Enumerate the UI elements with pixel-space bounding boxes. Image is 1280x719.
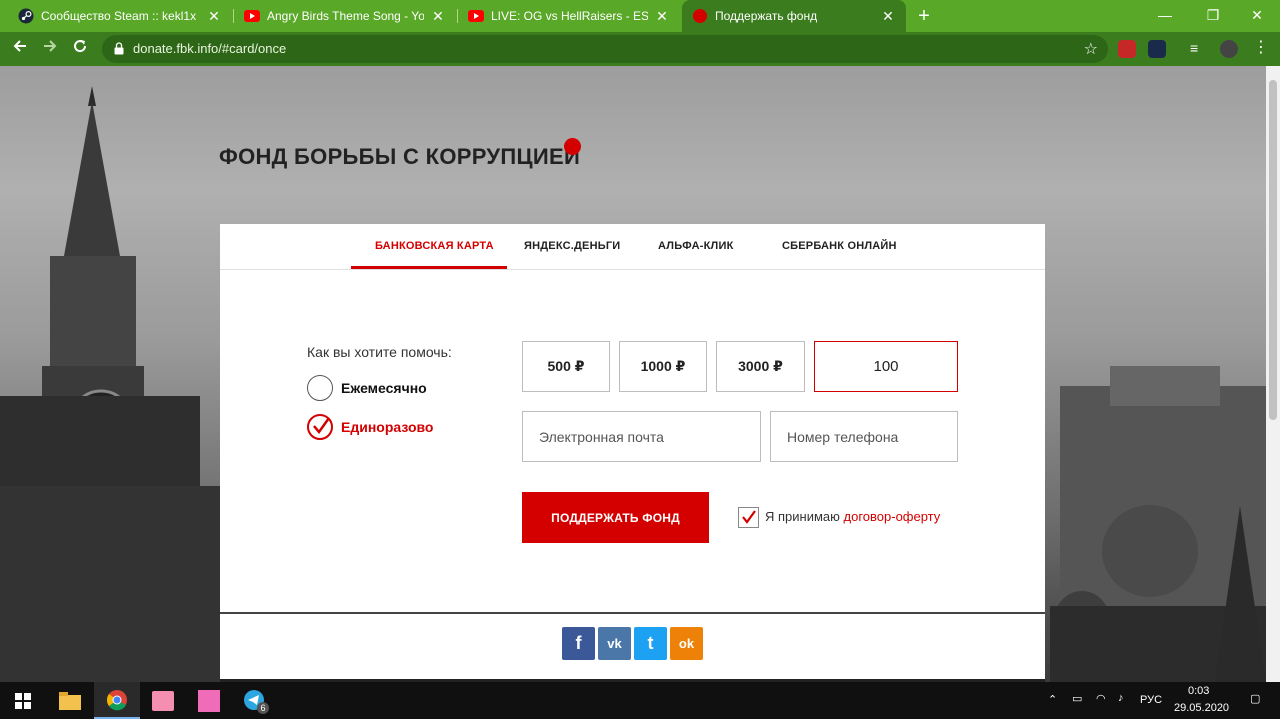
- tab-title: Angry Birds Theme Song - YouTu: [267, 9, 424, 23]
- custom-amount-input[interactable]: 100: [814, 341, 958, 392]
- extension-adblock-icon[interactable]: [1118, 40, 1136, 58]
- active-tab-indicator: [351, 266, 507, 269]
- minimize-button[interactable]: —: [1142, 0, 1188, 30]
- odnoklassniki-share-button[interactable]: ok: [670, 627, 703, 660]
- clock-time[interactable]: 0:03: [1188, 685, 1209, 697]
- folder-icon: [59, 691, 81, 710]
- browser-tab-bar: Сообщество Steam :: kekl1x :: Иг ✕ Angry…: [0, 0, 1280, 32]
- clock-date[interactable]: 29.05.2020: [1174, 702, 1229, 714]
- vk-share-button[interactable]: vk: [598, 627, 631, 660]
- facebook-icon: f: [575, 633, 582, 653]
- radio-monthly-label[interactable]: Ежемесячно: [341, 380, 427, 396]
- odnoklassniki-icon: ok: [678, 636, 695, 651]
- agree-label: Я принимаю: [765, 509, 840, 524]
- scrollbar-thumb[interactable]: [1269, 80, 1277, 420]
- close-tab-icon[interactable]: ✕: [880, 8, 896, 25]
- wifi-icon[interactable]: ◠: [1096, 692, 1106, 705]
- brand-title: ФОНД БОРЬБЫ С КОРРУПЦИЕЙ: [219, 144, 581, 169]
- app-icon: [198, 689, 220, 712]
- twitter-share-button[interactable]: t: [634, 627, 667, 660]
- new-tab-button[interactable]: +: [912, 5, 936, 29]
- radio-once-label[interactable]: Единоразово: [341, 419, 433, 435]
- file-explorer-button[interactable]: [47, 682, 93, 719]
- extension-sih-icon[interactable]: [1148, 40, 1166, 58]
- twitter-icon: t: [647, 633, 654, 653]
- tab-yandex-money[interactable]: ЯНДЕКС.ДЕНЬГИ: [524, 240, 620, 252]
- browser-tab-steam[interactable]: Сообщество Steam :: kekl1x :: Иг ✕: [8, 0, 232, 32]
- offer-contract-link[interactable]: договор-оферту: [844, 509, 941, 524]
- browser-tab-youtube-angry-birds[interactable]: Angry Birds Theme Song - YouTu ✕: [234, 0, 456, 32]
- browser-tab-donate[interactable]: Поддержать фонд ✕: [682, 0, 906, 32]
- page-viewport: ФОНД БОРЬБЫ С КОРРУПЦИЕЙ БАНКОВСКАЯ КАРТ…: [0, 66, 1266, 682]
- radio-monthly[interactable]: [307, 375, 333, 401]
- profile-avatar[interactable]: [1220, 40, 1238, 58]
- reading-list-icon[interactable]: ≡: [1190, 40, 1208, 58]
- phone-field[interactable]: Номер телефона: [770, 411, 958, 462]
- tray-chevron-icon[interactable]: ⌃: [1048, 693, 1057, 706]
- close-window-button[interactable]: ✕: [1234, 0, 1280, 30]
- chrome-taskbar-button[interactable]: [94, 682, 140, 719]
- close-tab-icon[interactable]: ✕: [654, 8, 670, 25]
- amount-1000-button[interactable]: 1000 ₽: [619, 341, 707, 392]
- check-icon: [313, 417, 331, 435]
- youtube-icon: [244, 8, 260, 24]
- support-fund-button[interactable]: ПОДДЕРЖАТЬ ФОНД: [522, 492, 709, 543]
- fbk-icon: [692, 8, 708, 24]
- check-icon: [742, 510, 756, 524]
- back-button[interactable]: [9, 38, 31, 60]
- volume-icon[interactable]: ♪: [1118, 692, 1124, 704]
- reload-icon: [74, 40, 87, 53]
- reload-button[interactable]: [69, 38, 91, 60]
- telegram-button[interactable]: 6: [232, 682, 278, 719]
- menu-kebab-icon[interactable]: ⋮: [1252, 40, 1270, 58]
- restore-button[interactable]: ❐: [1190, 0, 1236, 30]
- amount-500-button[interactable]: 500 ₽: [522, 341, 610, 392]
- tab-bank-card[interactable]: БАНКОВСКАЯ КАРТА: [375, 240, 494, 252]
- tray-app-icon[interactable]: ▭: [1072, 692, 1082, 705]
- start-button[interactable]: [0, 682, 46, 719]
- chrome-icon: [107, 689, 127, 710]
- agree-text: Я принимаю договор-оферту: [765, 509, 940, 524]
- url-text: donate.fbk.info/#card/once: [133, 41, 287, 56]
- youtube-icon: [468, 8, 484, 24]
- pink-app-2-button[interactable]: [186, 682, 232, 719]
- donation-card: БАНКОВСКАЯ КАРТА ЯНДЕКС.ДЕНЬГИ АЛЬФА-КЛИ…: [220, 224, 1045, 682]
- close-tab-icon[interactable]: ✕: [430, 8, 446, 25]
- bookmark-star-icon[interactable]: ☆: [1084, 39, 1098, 59]
- tab-alfa-click[interactable]: АЛЬФА-КЛИК: [658, 240, 733, 252]
- pink-app-button[interactable]: [140, 682, 186, 719]
- browser-toolbar: donate.fbk.info/#card/once ☆ ≡ ⋮: [0, 32, 1280, 66]
- vk-icon: vk: [607, 636, 622, 651]
- brand-red-dot: [564, 138, 581, 155]
- tab-title: LIVE: OG vs HellRaisers - ESL One: [491, 9, 648, 23]
- card-divider: [220, 612, 1045, 614]
- address-bar[interactable]: donate.fbk.info/#card/once ☆: [102, 35, 1108, 63]
- agree-checkbox[interactable]: [738, 507, 759, 528]
- windows-icon: [15, 692, 31, 709]
- email-field[interactable]: Электронная почта: [522, 411, 761, 462]
- tab-sberbank-online[interactable]: СБЕРБАНК ОНЛАЙН: [782, 240, 897, 252]
- close-tab-icon[interactable]: ✕: [206, 8, 222, 25]
- payment-method-tabs: БАНКОВСКАЯ КАРТА ЯНДЕКС.ДЕНЬГИ АЛЬФА-КЛИ…: [220, 224, 1045, 270]
- amount-3000-button[interactable]: 3000 ₽: [716, 341, 805, 392]
- lock-icon: [114, 42, 124, 55]
- tab-title: Сообщество Steam :: kekl1x :: Иг: [41, 9, 200, 23]
- telegram-badge: 6: [257, 702, 269, 714]
- notifications-icon[interactable]: ▢: [1250, 692, 1260, 705]
- forward-button[interactable]: [39, 38, 61, 60]
- forward-arrow-icon: [44, 40, 57, 52]
- windows-taskbar: 6 ⌃ ▭ ◠ ♪ РУС 0:03 29.05.2020 ▢: [0, 682, 1280, 719]
- app-icon: [152, 690, 174, 711]
- browser-tab-youtube-esl[interactable]: LIVE: OG vs HellRaisers - ESL One ✕: [458, 0, 680, 32]
- tab-title: Поддержать фонд: [715, 9, 818, 23]
- steam-icon: [18, 8, 34, 24]
- input-language[interactable]: РУС: [1140, 694, 1162, 706]
- facebook-share-button[interactable]: f: [562, 627, 595, 660]
- back-arrow-icon: [13, 40, 26, 52]
- help-question-label: Как вы хотите помочь:: [307, 344, 452, 360]
- radio-once[interactable]: [307, 414, 333, 440]
- page-scrollbar[interactable]: [1266, 66, 1280, 682]
